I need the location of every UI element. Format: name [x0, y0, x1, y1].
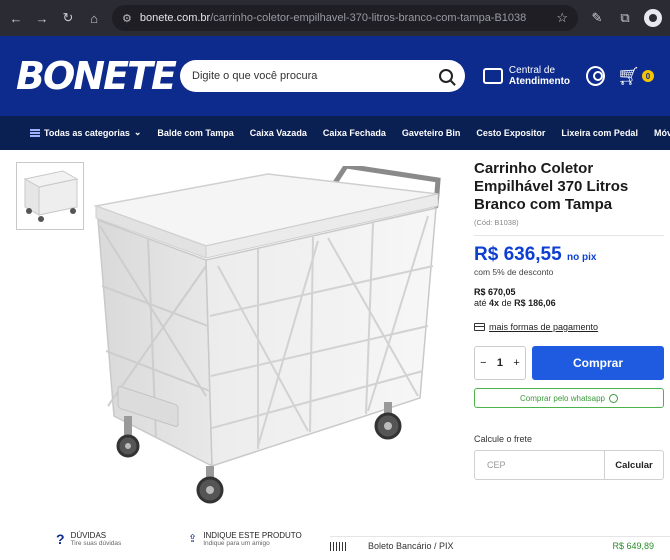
product-title: Carrinho Coletor Empilhável 370 Litros B…: [474, 160, 629, 213]
indicate-text: INDIQUE ESTE PRODUTO Indique para um ami…: [203, 532, 302, 548]
category-nav: Todas as categorias ⌄ Balde com Tampa Ca…: [0, 116, 670, 150]
divider: [474, 235, 664, 236]
search-icon[interactable]: [438, 69, 453, 83]
browser-toolbar: ← → ↻ ⌂ ⚙ bonete.com.br/carrinho-coletor…: [0, 0, 670, 36]
barcode-icon: [330, 541, 348, 551]
product-section: Carrinho Coletor Empilhável 370 Litros B…: [0, 150, 670, 560]
cart-icon: 🛒︎: [617, 65, 640, 86]
install-value: R$ 186,06: [514, 298, 556, 308]
boleto-price: R$ 649,89: [612, 541, 654, 551]
help-subtitle: Tire suas dúvidas: [70, 540, 122, 547]
install-count: 4x: [489, 298, 500, 308]
qty-minus-button[interactable]: −: [480, 357, 486, 369]
cart-count-badge: 0: [642, 70, 654, 82]
more-payment-link[interactable]: mais formas de pagamento: [474, 322, 664, 332]
url-path: /carrinho-coletor-empilhavel-370-litros-…: [210, 12, 527, 24]
buy-button[interactable]: Comprar: [532, 346, 664, 380]
help-title: DÚVIDAS: [70, 531, 107, 540]
service-line1: Central de: [508, 65, 556, 76]
bottom-strip: ? DÚVIDAS Tire suas dúvidas ⇪ INDIQUE ES…: [0, 530, 670, 560]
whatsapp-buy-button[interactable]: Comprar pelo whatsapp: [474, 388, 664, 408]
address-url: bonete.com.br/carrinho-coletor-empilhave…: [140, 12, 526, 24]
whatsapp-label: Comprar pelo whatsapp: [520, 393, 605, 403]
indicate-subtitle: Indique para um amigo: [203, 540, 270, 547]
product-image: [93, 166, 441, 504]
category-balde[interactable]: Balde com Tampa: [157, 128, 233, 138]
help-link[interactable]: ? DÚVIDAS Tire suas dúvidas: [56, 532, 121, 548]
category-gaveteiro[interactable]: Gaveteiro Bin: [402, 128, 461, 138]
quantity-stepper: − 1 +: [474, 346, 526, 380]
back-icon[interactable]: ←: [8, 11, 24, 26]
credit-card-icon: [474, 323, 485, 331]
product-info-panel: Carrinho Coletor Empilhável 370 Litros B…: [474, 150, 664, 480]
pen-icon[interactable]: ✎: [588, 10, 606, 26]
chat-icon: [482, 68, 503, 84]
qty-value[interactable]: 1: [497, 357, 503, 369]
more-payment-label: mais formas de pagamento: [489, 322, 599, 332]
product-code: (Cód: B1038): [474, 218, 519, 227]
search-input[interactable]: [192, 70, 439, 82]
qty-plus-button[interactable]: +: [513, 357, 519, 369]
question-icon: ?: [56, 531, 65, 547]
product-thumbnail[interactable]: [16, 162, 84, 230]
full-price: R$ 670,05: [474, 287, 516, 297]
forward-icon[interactable]: →: [34, 11, 50, 26]
menu-icon: [30, 128, 40, 137]
calculate-freight-button[interactable]: Calcular: [604, 451, 663, 479]
extensions-icon[interactable]: ⧉: [616, 10, 634, 26]
url-host: bonete.com.br: [139, 12, 211, 24]
pix-discount: com 5% de desconto: [474, 267, 554, 277]
category-caixa-vazada[interactable]: Caixa Vazada: [250, 128, 307, 138]
freight-label: Calcule o frete: [474, 434, 533, 444]
help-text: DÚVIDAS Tire suas dúvidas: [71, 532, 122, 548]
site-logo[interactable]: BONETE: [16, 54, 177, 98]
install-prefix: até: [474, 298, 487, 308]
pix-suffix: no pix: [566, 252, 597, 263]
cep-input[interactable]: [475, 451, 604, 479]
thumbnail-image: [23, 170, 79, 222]
reload-icon[interactable]: ↻: [60, 10, 76, 26]
share-icon: ⇪: [188, 533, 198, 545]
cart-button[interactable]: 🛒︎ 0: [617, 66, 654, 87]
install-mid: de: [501, 298, 512, 308]
category-cesto[interactable]: Cesto Expositor: [476, 128, 545, 138]
freight-calculator: Calcular: [474, 450, 664, 480]
bookmark-star-icon[interactable]: ☆: [556, 10, 568, 26]
search-box: [180, 60, 465, 92]
site-header: BONETE Central de Atendimento 🛒︎ 0: [0, 36, 670, 116]
buy-row: − 1 + Comprar: [474, 346, 664, 380]
customer-service-link[interactable]: Central de Atendimento: [482, 65, 570, 87]
indicate-product-link[interactable]: ⇪ INDIQUE ESTE PRODUTO Indique para um a…: [188, 532, 302, 548]
service-line2: Atendimento: [508, 76, 571, 87]
user-account-icon[interactable]: [586, 66, 606, 86]
home-icon[interactable]: ⌂: [86, 11, 102, 26]
all-categories-menu[interactable]: Todas as categorias ⌄: [30, 127, 141, 138]
category-caixa-fechada[interactable]: Caixa Fechada: [323, 128, 386, 138]
whatsapp-icon: [608, 393, 618, 403]
boleto-payment-row: Boleto Bancário / PIX R$ 649,89: [330, 536, 670, 551]
category-moveis[interactable]: Móveis: [654, 128, 670, 138]
pix-price-value: R$ 636,55: [474, 244, 562, 265]
site-info-icon[interactable]: ⚙: [122, 12, 132, 25]
pix-price: R$ 636,55 no pix: [474, 244, 664, 266]
indicate-title: INDIQUE ESTE PRODUTO: [203, 531, 302, 540]
installments: até 4x de R$ 186,06: [474, 298, 664, 308]
customer-service-text: Central de Atendimento: [509, 65, 570, 87]
profile-avatar[interactable]: [644, 9, 662, 27]
all-categories-label: Todas as categorias: [44, 127, 130, 138]
chevron-down-icon: ⌄: [133, 127, 142, 137]
address-bar[interactable]: ⚙ bonete.com.br/carrinho-coletor-empilha…: [112, 5, 578, 31]
boleto-label: Boleto Bancário / PIX: [368, 541, 454, 551]
category-lixeira[interactable]: Lixeira com Pedal: [561, 128, 638, 138]
